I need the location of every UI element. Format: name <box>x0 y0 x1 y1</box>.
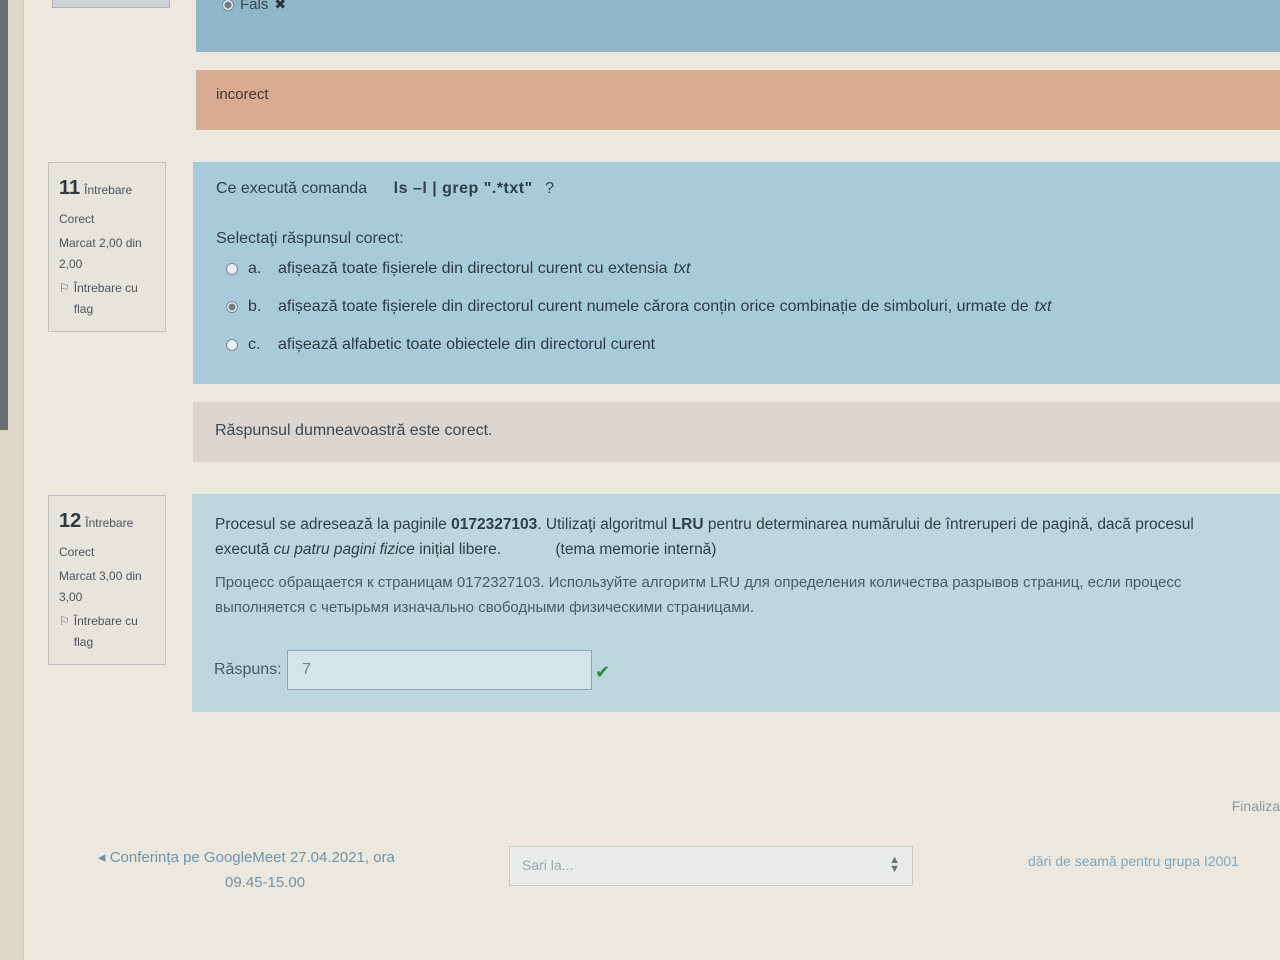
previous-activity-line2: 09.45-15.00 <box>225 874 306 891</box>
q11-option-b-ext: txt <box>1034 298 1052 315</box>
q11-option-a[interactable]: a. afișează toate fișierele din director… <box>226 260 690 278</box>
q12-ro-2: . Utilizaţi algoritmul <box>537 516 672 533</box>
q11-option-c-letter: c. <box>248 336 261 353</box>
q12-ru-1: Процесс обращается к страницам 017232710… <box>215 574 1182 591</box>
q11-status: Corect <box>59 212 95 226</box>
q11-word: Întrebare <box>84 183 133 197</box>
select-arrows-icon: ▲ ▼ <box>889 854 900 875</box>
q11-radio-b[interactable] <box>226 301 238 313</box>
q12-ru-2: выполняется с четырьмя изначально свобод… <box>215 599 755 616</box>
q12-ro-alg: LRU <box>671 516 704 533</box>
q11-select-prompt: Selectaţi răspunsul corect: <box>216 230 404 247</box>
flag-icon: ⚐ <box>59 281 70 296</box>
q11-option-a-letter: a. <box>248 260 262 277</box>
left-edge-shadow <box>0 0 8 430</box>
q11-mark: Marcat 2,00 din 2,00 <box>59 236 142 271</box>
q12-ro-italic: cu patru pagini fizice <box>273 541 415 558</box>
q12-text-russian: Процесс обращается к страницам 017232710… <box>215 570 1280 620</box>
finalize-link[interactable]: Finaliza <box>1232 798 1280 814</box>
q11-feedback: Răspunsul dumneavoastră este corect. <box>193 402 1280 462</box>
q12-ro-pages: 0172327103 <box>451 516 538 533</box>
previous-question-info-block <box>52 0 170 8</box>
question-10-content <box>196 0 1280 52</box>
left-edge-strip <box>0 0 24 960</box>
jump-to-placeholder: Sari la... <box>522 857 574 873</box>
q12-flag-label: Întrebare cu flag <box>73 614 138 649</box>
q11-flag-button[interactable]: ⚐ Întrebare cu flag <box>59 278 155 319</box>
q12-info-block: 12 Întrebare Corect Marcat 3,00 din 3,00 … <box>48 495 166 665</box>
q10-option-label: Fals <box>240 0 269 13</box>
previous-activity-line1: Conferința pe GoogleMeet 27.04.2021, ora <box>109 849 395 866</box>
previous-activity-link[interactable]: ◂ Conferința pe GoogleMeet 27.04.2021, o… <box>98 845 468 895</box>
q12-ro-5: inițial libere. <box>414 541 502 558</box>
q11-question: Ce execută comanda ls –l | grep ".*txt" … <box>216 180 554 198</box>
q11-command: ls –l | grep ".*txt" <box>393 180 533 197</box>
q11-number: 11 <box>59 177 81 199</box>
q12-answer-value: 7 <box>302 661 311 678</box>
q10-radio-fals[interactable] <box>222 0 234 11</box>
jump-to-select[interactable]: Sari la... ▲ ▼ <box>509 846 913 886</box>
arrow-left-icon: ◂ <box>98 849 106 866</box>
q10-option-fals[interactable]: Fals ✖ <box>222 0 286 13</box>
q11-option-b-letter: b. <box>248 298 262 315</box>
q11-option-c-text: afișează alfabetic toate obiectele din d… <box>278 336 656 353</box>
next-activity-link[interactable]: dări de seamă pentru grupa I2001 <box>1028 853 1239 869</box>
q11-option-a-text-main: afișează toate fișierele din directorul … <box>278 260 668 277</box>
q11-question-prefix: Ce execută comanda <box>216 180 368 197</box>
q11-option-b[interactable]: b. afișează toate fișierele din director… <box>226 298 1052 316</box>
q11-info-block: 11 Întrebare Corect Marcat 2,00 din 2,00 … <box>48 162 166 332</box>
flag-icon: ⚐ <box>59 614 70 629</box>
q11-feedback-text: Răspunsul dumneavoastră este corect. <box>215 422 493 439</box>
q12-number: 12 <box>59 510 82 532</box>
q11-question-suffix: ? <box>545 180 555 197</box>
q11-option-a-text: afișează toate fișierele din directorul … <box>278 260 690 278</box>
q12-text-romanian: Procesul se adresează la paginile 017232… <box>215 512 1280 562</box>
q11-option-b-text: afișează toate fișierele din directorul … <box>278 298 1052 316</box>
q12-word: Întrebare <box>85 516 134 530</box>
q10-feedback: incorect <box>196 70 1280 130</box>
check-icon: ✔ <box>595 662 611 682</box>
q11-radio-a[interactable] <box>226 263 238 275</box>
q10-feedback-text: incorect <box>216 86 269 103</box>
q11-option-a-ext: txt <box>673 260 691 277</box>
q12-ro-4: execută <box>215 541 274 558</box>
q11-option-b-text-main: afișează toate fișierele din directorul … <box>278 298 1029 315</box>
q12-answer-input[interactable]: 7 <box>287 650 592 690</box>
q11-radio-c[interactable] <box>226 339 238 351</box>
q11-flag-label: Întrebare cu flag <box>73 281 138 316</box>
q12-mark: Marcat 3,00 din 3,00 <box>59 569 142 604</box>
q11-option-c[interactable]: c. afișează alfabetic toate obiectele di… <box>226 336 655 354</box>
q12-ro-1: Procesul se adresează la paginile <box>215 516 452 533</box>
q12-ro-topic: (tema memorie internă) <box>555 541 717 558</box>
q12-flag-button[interactable]: ⚐ Întrebare cu flag <box>59 611 155 652</box>
q12-answer-label: Răspuns: <box>214 661 282 678</box>
q12-status: Corect <box>59 545 95 559</box>
q12-ro-3: pentru determinarea numărului de întreru… <box>703 516 1194 533</box>
incorrect-icon: ✖ <box>274 0 287 12</box>
